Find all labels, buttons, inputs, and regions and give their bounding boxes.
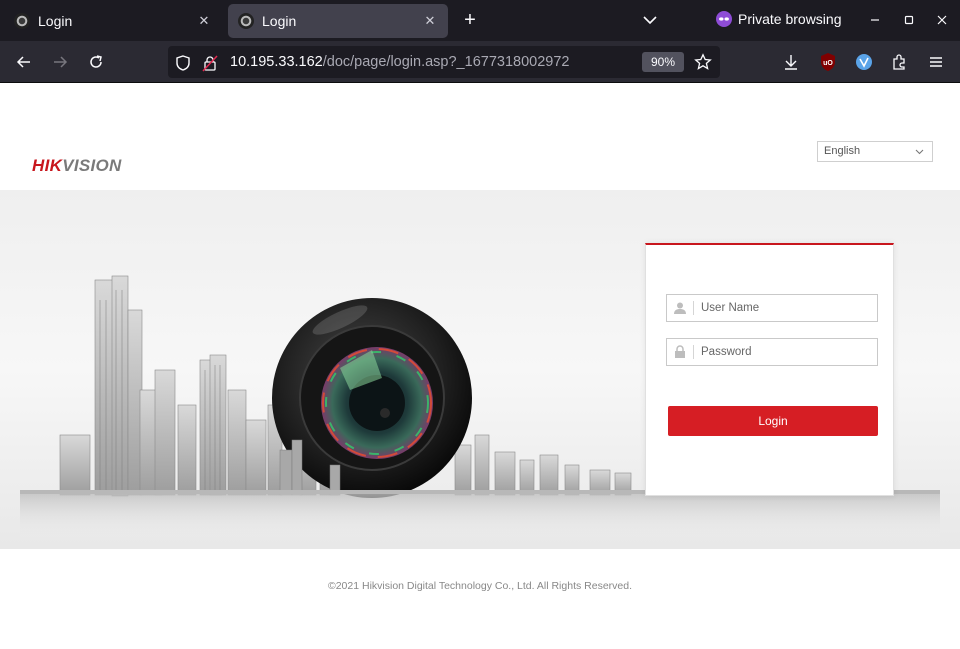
private-mask-icon — [716, 11, 732, 27]
user-icon — [674, 302, 686, 314]
close-tab-icon[interactable]: ✕ — [196, 13, 212, 29]
logo-vision: VISION — [62, 156, 122, 175]
lock-icon — [675, 345, 685, 358]
url-path: /doc/page/login.asp?_1677318002972 — [322, 54, 570, 70]
hikvision-logo: HIKVISION — [32, 156, 122, 176]
field-separator — [693, 301, 694, 315]
reload-icon[interactable] — [85, 51, 107, 73]
field-separator — [693, 345, 694, 359]
camera-favicon-icon — [238, 13, 254, 29]
username-input[interactable] — [701, 295, 873, 321]
password-field[interactable] — [666, 338, 878, 366]
ublock-origin-icon[interactable]: uO — [817, 51, 839, 73]
close-window-icon[interactable] — [933, 11, 951, 29]
new-tab-plus-icon[interactable]: + — [458, 9, 482, 33]
tab-login-2[interactable]: Login ✕ — [228, 4, 448, 38]
language-value: English — [824, 145, 861, 157]
insecure-lock-icon[interactable] — [202, 54, 218, 72]
username-field[interactable] — [666, 294, 878, 322]
camera-favicon-icon — [14, 13, 30, 29]
forward-arrow-icon[interactable] — [49, 51, 71, 73]
language-select[interactable]: English — [817, 141, 933, 162]
hamburger-menu-icon[interactable] — [925, 51, 947, 73]
address-bar[interactable]: 10.195.33.162/doc/page/login.asp?_167731… — [168, 46, 720, 78]
chevron-down-icon[interactable] — [640, 9, 660, 31]
url-text[interactable]: 10.195.33.162/doc/page/login.asp?_167731… — [230, 54, 569, 70]
navigation-toolbar: 10.195.33.162/doc/page/login.asp?_167731… — [0, 41, 960, 83]
copyright-footer: ©2021 Hikvision Digital Technology Co., … — [327, 580, 633, 592]
login-button[interactable]: Login — [668, 406, 878, 436]
back-arrow-icon[interactable] — [13, 51, 35, 73]
login-panel: Login — [645, 243, 894, 496]
minimize-icon[interactable] — [866, 11, 884, 29]
chevron-down-icon — [915, 149, 924, 155]
close-tab-icon[interactable]: ✕ — [422, 13, 438, 29]
password-input[interactable] — [701, 339, 873, 365]
download-icon[interactable] — [780, 51, 802, 73]
tab-title: Login — [38, 13, 73, 29]
logo-hik: HIK — [32, 156, 63, 175]
tab-login-1[interactable]: Login ✕ — [4, 4, 222, 38]
tracking-shield-icon[interactable] — [174, 54, 192, 72]
private-browsing-indicator: Private browsing — [716, 11, 842, 27]
extension-blue-icon[interactable] — [853, 51, 875, 73]
hero-banner: Login — [0, 190, 960, 549]
zoom-level-badge[interactable]: 90% — [642, 52, 684, 72]
tab-title: Login — [262, 13, 297, 29]
extensions-puzzle-icon[interactable] — [889, 51, 911, 73]
login-page: HIKVISION English User Name Login ©2021 … — [0, 83, 960, 649]
svg-text:uO: uO — [823, 60, 833, 67]
private-browsing-label: Private browsing — [738, 11, 842, 27]
tab-strip: Login ✕ Login ✕ + Private browsing — [0, 0, 960, 41]
url-host: 10.195.33.162 — [230, 54, 323, 70]
maximize-icon[interactable] — [900, 11, 918, 29]
bookmark-star-icon[interactable] — [694, 53, 712, 71]
